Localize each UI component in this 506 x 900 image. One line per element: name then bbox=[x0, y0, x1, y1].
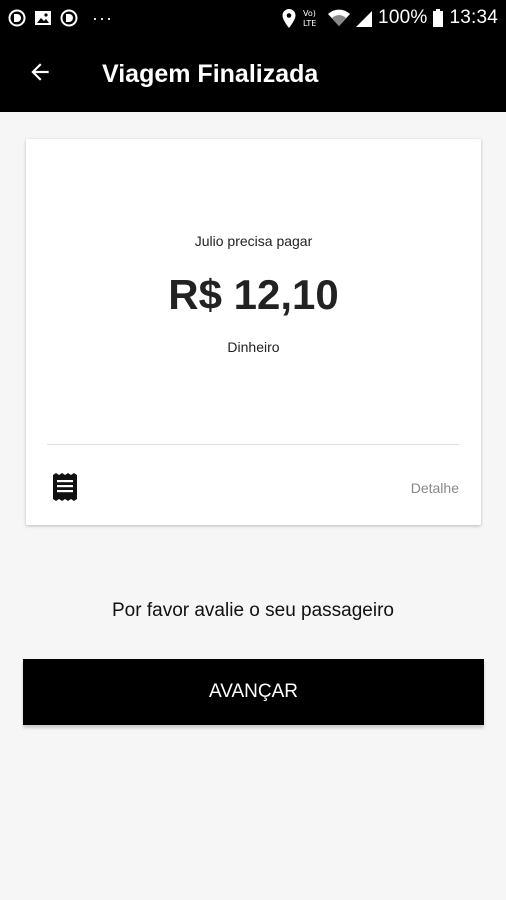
receipt-icon[interactable] bbox=[52, 473, 78, 501]
signal-icon bbox=[356, 9, 373, 27]
circle-d-icon bbox=[8, 9, 26, 27]
card-divider bbox=[47, 444, 459, 445]
more-notifications-indicator: ··· bbox=[92, 8, 113, 28]
svg-text:Vo): Vo) bbox=[303, 9, 316, 18]
payment-amount: R$ 12,10 bbox=[168, 271, 339, 318]
back-button[interactable] bbox=[20, 54, 60, 94]
app-bar: Viagem Finalizada bbox=[0, 36, 506, 112]
status-bar-right: Vo) LTE 100% 13:34 bbox=[282, 7, 498, 29]
payment-label: Julio precisa pagar bbox=[194, 233, 313, 249]
svg-text:LTE: LTE bbox=[303, 19, 316, 28]
battery-percent: 100% bbox=[378, 7, 428, 28]
location-pin-icon bbox=[282, 8, 296, 28]
wifi-icon bbox=[328, 9, 351, 27]
battery-icon bbox=[433, 9, 444, 27]
page-title: Viagem Finalizada bbox=[102, 59, 319, 88]
status-bar: ··· Vo) LTE 100% 13:34 bbox=[0, 0, 506, 36]
volte-icon: Vo) LTE bbox=[302, 8, 322, 28]
clock: 13:34 bbox=[449, 7, 498, 28]
rating-prompt: Por favor avalie o seu passageiro bbox=[112, 600, 394, 621]
status-bar-left: ··· bbox=[8, 9, 113, 27]
image-icon bbox=[34, 9, 52, 27]
circle-d-icon bbox=[60, 9, 78, 27]
details-link[interactable]: Detalhe bbox=[411, 480, 459, 496]
arrow-back-icon bbox=[27, 59, 53, 90]
advance-button[interactable]: AVANÇAR bbox=[23, 659, 484, 725]
payment-method: Dinheiro bbox=[227, 339, 280, 355]
payment-card: Julio precisa pagar R$ 12,10 Dinheiro De… bbox=[26, 139, 481, 525]
